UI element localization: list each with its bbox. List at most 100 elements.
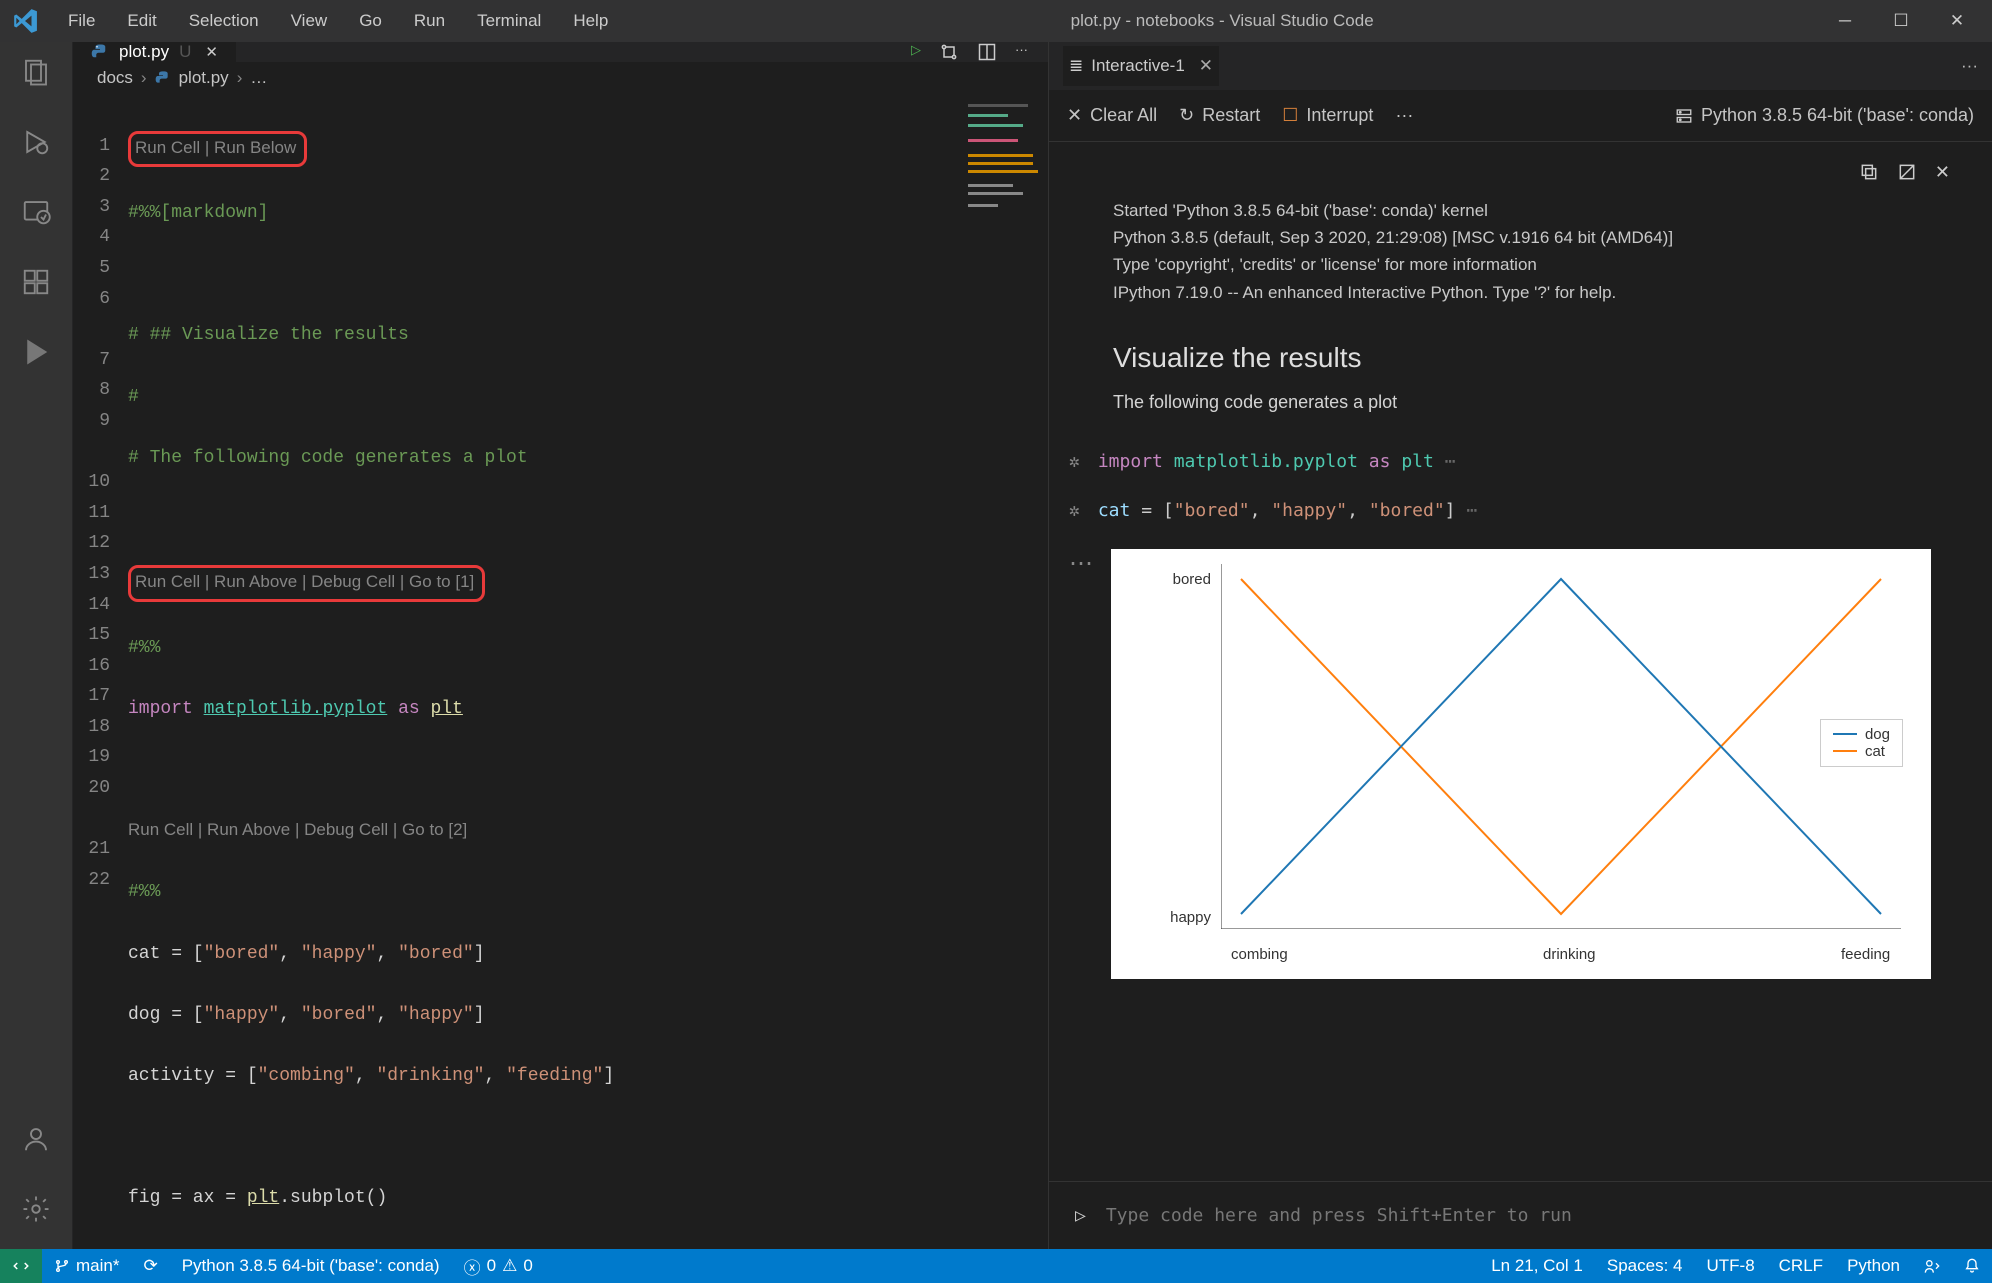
maximize-icon[interactable]: ☐ <box>1878 5 1924 37</box>
x-tick-label: drinking <box>1543 946 1596 963</box>
editor-pane: plot.py U ✕ ▷ ··· docs › plot.py › … 123… <box>72 42 1048 1249</box>
markdown-text: The following code generates a plot <box>1113 392 1962 413</box>
tab-filename: plot.py <box>119 42 169 62</box>
reload-icon: ↻ <box>1179 105 1194 126</box>
breadcrumb-folder[interactable]: docs <box>97 68 133 88</box>
interrupt-button[interactable]: ☐Interrupt <box>1282 105 1373 126</box>
close-icon[interactable]: ✕ <box>1935 162 1950 183</box>
restart-button[interactable]: ↻Restart <box>1179 105 1260 126</box>
y-tick-label: bored <box>1173 571 1211 588</box>
code-editor[interactable]: 123456 789 1011121314151617181920 2122 R… <box>73 94 1048 1249</box>
breadcrumb-more[interactable]: … <box>250 68 267 88</box>
minimize-icon[interactable]: ─ <box>1822 5 1868 37</box>
executed-cell-2[interactable]: ✲ cat = ["bored", "happy", "bored"] ⋯ <box>1069 500 1962 521</box>
interactive-tab-bar: ≣ Interactive-1 ✕ ··· <box>1049 42 1992 90</box>
activity-bar <box>0 42 72 1249</box>
x-tick-label: combing <box>1231 946 1288 963</box>
input-placeholder[interactable]: Type code here and press Shift+Enter to … <box>1106 1205 1572 1226</box>
bookmark-icon[interactable] <box>16 332 56 372</box>
more-actions-icon[interactable]: ··· <box>1961 56 1978 76</box>
title-bar: File Edit Selection View Go Run Terminal… <box>0 0 1992 42</box>
tab-close-icon[interactable]: ✕ <box>1199 56 1213 76</box>
close-icon: ✕ <box>1067 105 1082 126</box>
markdown-heading: Visualize the results <box>1113 342 1962 374</box>
copy-icon[interactable] <box>1859 162 1879 183</box>
explorer-icon[interactable] <box>16 52 56 92</box>
plot-output: ⋯ bored happy combing drinking feeding <box>1069 549 1962 979</box>
codelens-cell-3[interactable]: Run Cell | Run Above | Debug Cell | Go t… <box>128 820 467 839</box>
cursor-position[interactable]: Ln 21, Col 1 <box>1479 1256 1595 1276</box>
code-content[interactable]: Run Cell | Run Below #%%[markdown] # ## … <box>128 94 1048 1249</box>
menu-go[interactable]: Go <box>345 7 396 35</box>
interactive-toolbar: ✕Clear All ↻Restart ☐Interrupt ··· Pytho… <box>1049 90 1992 142</box>
indentation[interactable]: Spaces: 4 <box>1595 1256 1695 1276</box>
executed-cell-1[interactable]: ✲ import matplotlib.pyplot as plt ⋯ <box>1069 451 1962 472</box>
problems-indicator[interactable]: ⓧ 0 ⚠ 0 <box>452 1254 545 1279</box>
editor-tab-bar: plot.py U ✕ ▷ ··· <box>73 42 1048 62</box>
cell-gear-icon[interactable]: ✲ <box>1069 451 1080 472</box>
chevron-right-icon: › <box>237 68 243 88</box>
menu-view[interactable]: View <box>277 7 342 35</box>
extensions-icon[interactable] <box>16 262 56 302</box>
python-file-icon <box>155 70 171 86</box>
status-bar: main* ⟳ Python 3.8.5 64-bit ('base': con… <box>0 1249 1992 1283</box>
menu-selection[interactable]: Selection <box>175 7 273 35</box>
sync-icon[interactable]: ⟳ <box>131 1256 169 1276</box>
menu-file[interactable]: File <box>54 7 109 35</box>
remote-explorer-icon[interactable] <box>16 192 56 232</box>
jupyter-icon: ≣ <box>1069 56 1083 76</box>
menu-help[interactable]: Help <box>559 7 622 35</box>
vscode-logo-icon <box>12 8 38 34</box>
tab-interactive-1[interactable]: ≣ Interactive-1 ✕ <box>1063 46 1219 86</box>
chevron-right-icon: › <box>141 68 147 88</box>
git-branch[interactable]: main* <box>42 1256 131 1276</box>
matplotlib-figure: bored happy combing drinking feeding <box>1111 549 1931 979</box>
git-compare-icon[interactable] <box>939 42 959 62</box>
interactive-pane: ≣ Interactive-1 ✕ ··· ✕Clear All ↻Restar… <box>1048 42 1992 1249</box>
codelens-cell-1[interactable]: Run Cell | Run Below <box>128 131 307 168</box>
codelens-cell-2[interactable]: Run Cell | Run Above | Debug Cell | Go t… <box>128 565 485 602</box>
python-file-icon <box>91 43 109 61</box>
remote-indicator[interactable] <box>0 1249 42 1283</box>
kernel-selector[interactable]: Python 3.8.5 64-bit ('base': conda) <box>1675 105 1974 126</box>
more-actions-icon[interactable]: ··· <box>1395 105 1413 126</box>
plot-legend: dog cat <box>1820 719 1903 767</box>
settings-gear-icon[interactable] <box>16 1189 56 1229</box>
interactive-output[interactable]: ✕ Started 'Python 3.8.5 64-bit ('base': … <box>1049 142 1992 1181</box>
breadcrumb[interactable]: docs › plot.py › … <box>73 62 1048 94</box>
run-debug-icon[interactable] <box>16 122 56 162</box>
menu-run[interactable]: Run <box>400 7 459 35</box>
stop-icon: ☐ <box>1282 105 1298 126</box>
kernel-status-text: Started 'Python 3.8.5 64-bit ('base': co… <box>1069 197 1962 306</box>
python-interpreter[interactable]: Python 3.8.5 64-bit ('base': conda) <box>170 1256 452 1276</box>
y-tick-label: happy <box>1170 909 1211 926</box>
tab-modified-indicator: U <box>179 42 191 62</box>
cell-gear-icon[interactable]: ✲ <box>1069 500 1080 521</box>
run-file-icon[interactable]: ▷ <box>911 42 921 62</box>
eol[interactable]: CRLF <box>1767 1256 1835 1276</box>
split-editor-icon[interactable] <box>977 42 997 62</box>
tab-close-icon[interactable]: ✕ <box>205 43 218 61</box>
tab-plot-py[interactable]: plot.py U ✕ <box>73 42 236 62</box>
window-title: plot.py - notebooks - Visual Studio Code <box>626 11 1818 31</box>
minimap[interactable] <box>958 94 1048 274</box>
close-icon[interactable]: ✕ <box>1934 5 1980 37</box>
x-tick-label: feeding <box>1841 946 1890 963</box>
feedback-icon[interactable] <box>1912 1256 1952 1276</box>
interactive-input[interactable]: ▷ Type code here and press Shift+Enter t… <box>1049 1181 1992 1249</box>
accounts-icon[interactable] <box>16 1119 56 1159</box>
language-mode[interactable]: Python <box>1835 1256 1912 1276</box>
interactive-tab-label: Interactive-1 <box>1091 56 1185 76</box>
clear-all-button[interactable]: ✕Clear All <box>1067 105 1157 126</box>
menu-edit[interactable]: Edit <box>113 7 170 35</box>
breadcrumb-file[interactable]: plot.py <box>179 68 229 88</box>
line-gutter: 123456 789 1011121314151617181920 2122 <box>73 94 128 1249</box>
encoding[interactable]: UTF-8 <box>1694 1256 1766 1276</box>
expand-icon[interactable] <box>1897 162 1917 183</box>
plot-more-icon[interactable]: ⋯ <box>1069 549 1099 979</box>
more-actions-icon[interactable]: ··· <box>1015 42 1028 62</box>
execute-icon[interactable]: ▷ <box>1075 1205 1086 1226</box>
server-icon <box>1675 107 1693 125</box>
menu-terminal[interactable]: Terminal <box>463 7 555 35</box>
notifications-icon[interactable] <box>1952 1256 1992 1276</box>
